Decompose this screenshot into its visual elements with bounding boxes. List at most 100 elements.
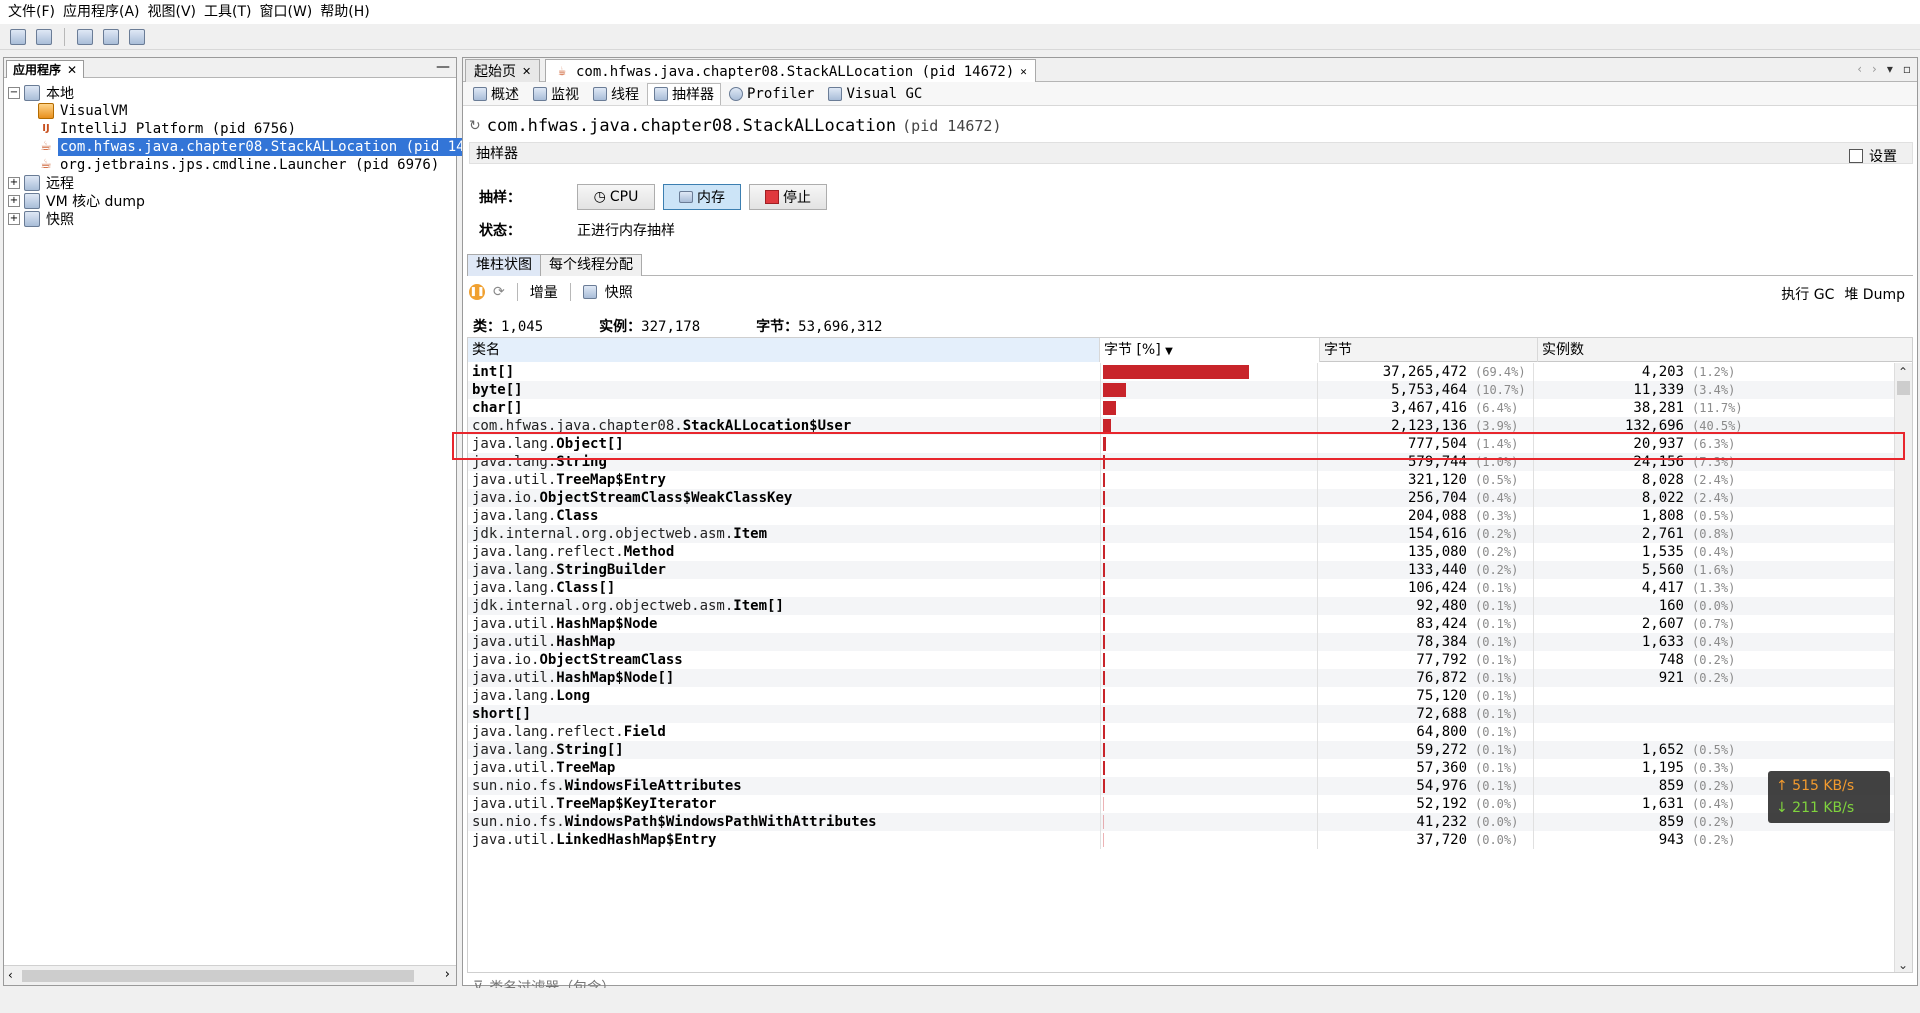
- horizontal-scrollbar[interactable]: ‹ ›: [4, 965, 456, 985]
- menu-item[interactable]: 文件(F): [4, 0, 59, 24]
- table-row[interactable]: java.io.ObjectStreamClass 77,792 (0.1%) 748…: [468, 651, 1894, 669]
- column-class-name[interactable]: 类名: [468, 338, 1100, 362]
- scroll-up-icon[interactable]: ⌃: [1898, 365, 1908, 379]
- table-row[interactable]: sun.nio.fs.WindowsPath$WindowsPathWithAt…: [468, 813, 1894, 831]
- subtab-sampler[interactable]: 抽样器: [647, 82, 721, 105]
- scroll-tabs-left-icon[interactable]: ‹: [1857, 62, 1862, 76]
- instances-value: 921: [1658, 670, 1684, 686]
- table-row[interactable]: java.lang.reflect.Field 64,800 (0.1%): [468, 723, 1894, 741]
- close-icon[interactable]: ✕: [1020, 65, 1027, 78]
- cpu-button[interactable]: ◷ CPU: [577, 184, 655, 210]
- refresh-icon[interactable]: ⟳: [493, 284, 505, 300]
- tab-per-thread-allocations[interactable]: 每个线程分配: [541, 254, 642, 276]
- applications-tab[interactable]: 应用程序 ✕: [6, 60, 85, 78]
- subtab-monitor[interactable]: 监视: [527, 83, 585, 105]
- add-remote-icon[interactable]: [101, 27, 121, 47]
- vertical-scrollbar[interactable]: ⌃ ⌄: [1894, 363, 1912, 972]
- upload-speed: ↑ 515 KB/s: [1776, 778, 1855, 794]
- table-row[interactable]: java.util.HashMap$Node 83,424 (0.1%) 2,607 (…: [468, 615, 1894, 633]
- expand-icon[interactable]: +: [8, 177, 20, 189]
- table-row[interactable]: java.lang.Class[] 106,424 (0.1%) 4,417 (1.3%…: [468, 579, 1894, 597]
- subtab-threads[interactable]: 线程: [587, 83, 645, 105]
- subtab-visual-gc[interactable]: Visual GC: [822, 83, 928, 105]
- minimize-icon[interactable]: —: [436, 59, 450, 75]
- column-bytes-percent[interactable]: 字节 [%] ▼: [1100, 338, 1320, 362]
- table-row[interactable]: jdk.internal.org.objectweb.asm.Item[] 92,…: [468, 597, 1894, 615]
- table-row[interactable]: com.hfwas.java.chapter08.StackALLocation…: [468, 417, 1894, 435]
- delta-button[interactable]: 增量: [530, 282, 558, 302]
- subtab-overview[interactable]: 概述: [467, 83, 525, 105]
- bytes-percent-bar: [1103, 581, 1105, 595]
- class-name-cell: java.io.ObjectStreamClass: [472, 651, 1096, 669]
- add-core-dump-icon[interactable]: [127, 27, 147, 47]
- table-row[interactable]: java.util.TreeMap$Entry 321,120 (0.5%) 8,02…: [468, 471, 1894, 489]
- table-row[interactable]: byte[] 5,753,464 (10.7%) 11,339 (3.4%): [468, 381, 1894, 399]
- table-row[interactable]: java.util.HashMap$Node[] 76,872 (0.1%) 921 (…: [468, 669, 1894, 687]
- bytes-cell: 75,120 (0.1%): [1320, 687, 1534, 705]
- bytes-percent: (0.4%): [1475, 491, 1519, 505]
- table-row[interactable]: java.io.ObjectStreamClass$WeakClassKey 25…: [468, 489, 1894, 507]
- table-row[interactable]: java.lang.String[] 59,272 (0.1%) 1,652 (0.5%…: [468, 741, 1894, 759]
- expand-icon[interactable]: +: [8, 195, 20, 207]
- menu-item[interactable]: 应用程序(A): [59, 0, 144, 24]
- column-instances[interactable]: 实例数: [1538, 338, 1912, 362]
- maximize-icon[interactable]: ▫: [1903, 62, 1911, 76]
- instances-percent: (0.0%): [1692, 599, 1736, 613]
- menu-item[interactable]: 工具(T): [200, 0, 255, 24]
- memory-button[interactable]: 内存: [663, 184, 741, 210]
- column-bytes[interactable]: 字节: [1320, 338, 1538, 362]
- settings-checkbox[interactable]: [1849, 149, 1863, 163]
- tree-item[interactable]: ☕ org.jetbrains.jps.cmdline.Launcher (pid…: [34, 154, 441, 176]
- table-row[interactable]: java.lang.reflect.Method 135,080 (0.2%) 1,5…: [468, 543, 1894, 561]
- table-row[interactable]: java.util.HashMap 78,384 (0.1%) 1,633 (0.4%): [468, 633, 1894, 651]
- table-row[interactable]: int[] 37,265,472 (69.4%) 4,203 (1.2%): [468, 363, 1894, 381]
- heap-dump-button[interactable]: 堆 Dump: [1844, 284, 1905, 304]
- close-icon[interactable]: ✕: [522, 65, 531, 78]
- pause-icon[interactable]: ❚❚: [469, 284, 485, 300]
- table-row[interactable]: java.util.LinkedHashMap$Entry 37,720 (0.0%…: [468, 831, 1894, 849]
- snapshot-button[interactable]: 快照: [605, 282, 633, 302]
- menu-item[interactable]: 帮助(H): [316, 0, 373, 24]
- open-icon[interactable]: [8, 27, 28, 47]
- bytes-cell: 5,753,464 (10.7%): [1320, 381, 1534, 399]
- tree-item[interactable]: + 快照: [8, 208, 76, 230]
- table-row[interactable]: java.util.TreeMap 57,360 (0.1%) 1,195 (0.3%): [468, 759, 1894, 777]
- collapse-icon[interactable]: −: [8, 87, 20, 99]
- instances-percent: (0.4%): [1692, 635, 1736, 649]
- scroll-right-icon[interactable]: ›: [445, 967, 450, 982]
- perform-gc-button[interactable]: 执行 GC: [1781, 284, 1834, 304]
- table-row[interactable]: char[] 3,467,416 (6.4%) 38,281 (11.7%): [468, 399, 1894, 417]
- scroll-down-icon[interactable]: ⌄: [1898, 958, 1908, 972]
- table-row[interactable]: jdk.internal.org.objectweb.asm.Item 154,6…: [468, 525, 1894, 543]
- stop-button[interactable]: 停止: [749, 184, 827, 210]
- scroll-thumb[interactable]: [1897, 381, 1910, 395]
- menu-item[interactable]: 窗口(W): [256, 0, 317, 24]
- table-row[interactable]: java.lang.String 579,744 (1.0%) 24,156 (7.3%…: [468, 453, 1894, 471]
- add-jmx-icon[interactable]: [75, 27, 95, 47]
- bytes-value: 321,120: [1407, 472, 1467, 488]
- scroll-left-icon[interactable]: ‹: [8, 968, 13, 982]
- memory-icon: [679, 191, 693, 203]
- menu-item[interactable]: 视图(V): [144, 0, 201, 24]
- subtab-profiler[interactable]: Profiler: [723, 83, 820, 105]
- save-icon[interactable]: [34, 27, 54, 47]
- settings-toggle[interactable]: 设置: [1849, 146, 1897, 166]
- tab-start-page[interactable]: 起始页 ✕: [465, 59, 541, 82]
- table-row[interactable]: java.lang.StringBuilder 133,440 (0.2%) 5,56…: [468, 561, 1894, 579]
- tab-process[interactable]: ☕ com.hfwas.java.chapter08.StackALLocati…: [545, 59, 1036, 83]
- process-name: com.hfwas.java.chapter08.StackALLocation: [486, 116, 897, 136]
- tab-list-icon[interactable]: ▾: [1887, 62, 1893, 76]
- table-row[interactable]: java.lang.Class 204,088 (0.3%) 1,808 (0.5%): [468, 507, 1894, 525]
- table-row[interactable]: java.lang.Object[] 777,504 (1.4%) 20,937 (6.…: [468, 435, 1894, 453]
- tab-heap-histogram[interactable]: 堆柱状图: [467, 254, 541, 276]
- bytes-value: 37,265,472: [1382, 364, 1467, 380]
- expand-icon[interactable]: +: [8, 213, 20, 225]
- scroll-tabs-right-icon[interactable]: ›: [1872, 62, 1877, 76]
- table-row[interactable]: sun.nio.fs.WindowsFileAttributes 54,976 (0…: [468, 777, 1894, 795]
- instances-value: 1,652: [1641, 742, 1684, 758]
- table-row[interactable]: java.util.TreeMap$KeyIterator 52,192 (0.0%…: [468, 795, 1894, 813]
- table-row[interactable]: short[] 72,688 (0.1%): [468, 705, 1894, 723]
- close-icon[interactable]: ✕: [67, 62, 77, 78]
- table-row[interactable]: java.lang.Long 75,120 (0.1%): [468, 687, 1894, 705]
- scroll-thumb[interactable]: [22, 970, 414, 982]
